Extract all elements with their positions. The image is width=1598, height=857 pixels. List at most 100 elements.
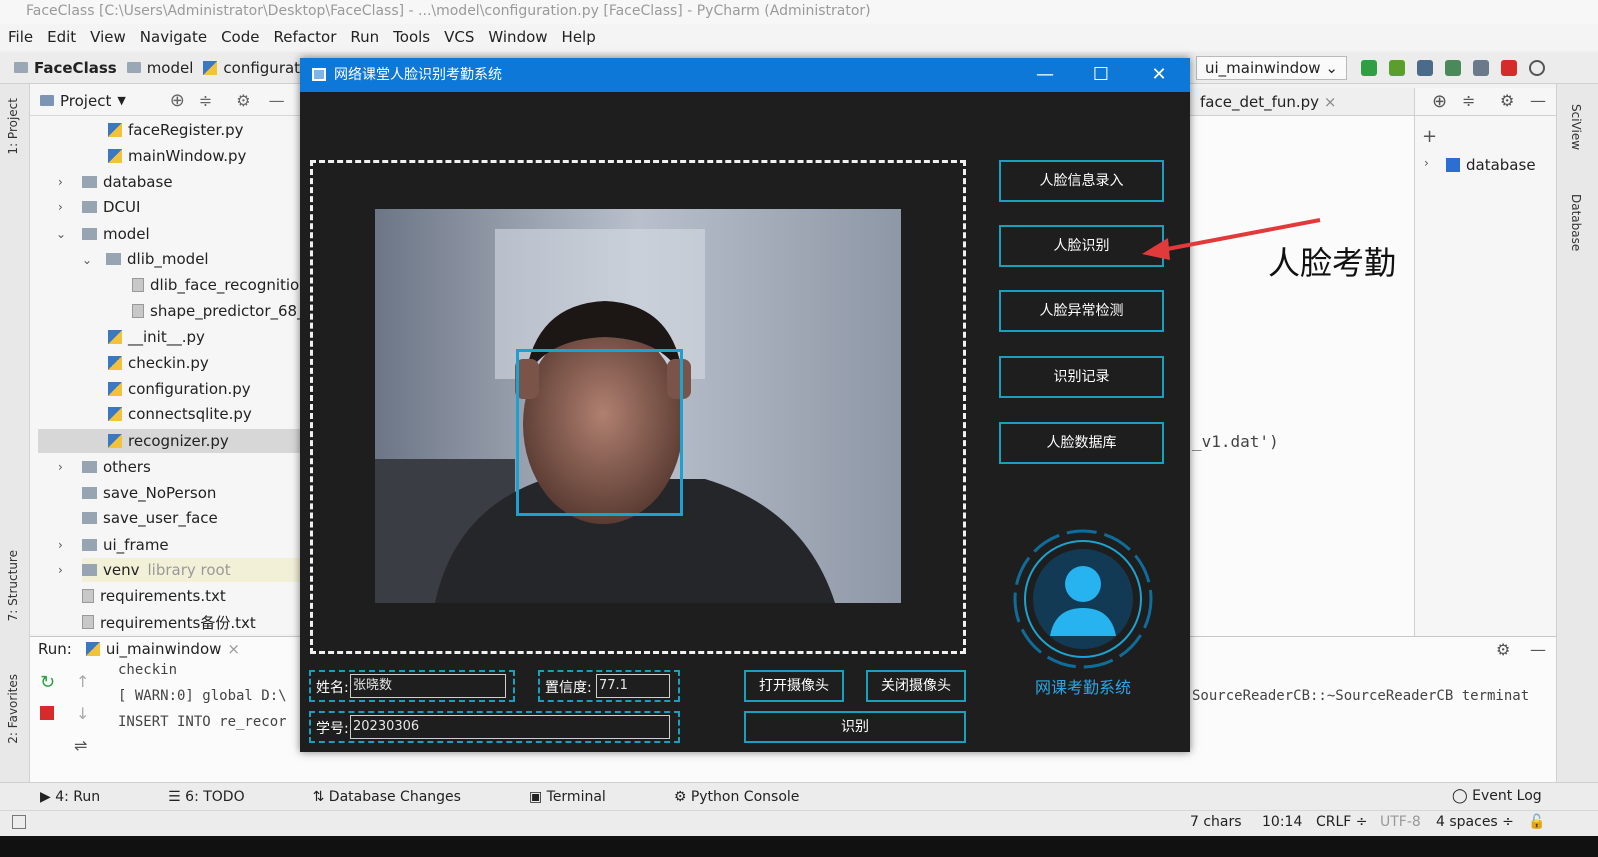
tree-item[interactable]: dlib_face_recognition	[132, 273, 309, 297]
close-camera-button[interactable]: 关闭摄像头	[866, 670, 966, 702]
collapse-arrow-icon[interactable]: ⌄	[82, 253, 92, 267]
breadcrumb-item[interactable]: model	[126, 59, 193, 77]
tab-database-changes[interactable]: ⇅ Database Changes	[313, 789, 495, 805]
concurrency-icon[interactable]	[1472, 60, 1489, 76]
breadcrumb-item[interactable]: configurat	[203, 59, 300, 77]
profile-icon[interactable]	[1444, 60, 1461, 76]
menu-navigate[interactable]: Navigate	[140, 24, 207, 50]
menu-edit[interactable]: Edit	[47, 24, 76, 50]
menu-vcs[interactable]: VCS	[444, 24, 474, 50]
expand-arrow-icon[interactable]: ›	[58, 538, 63, 552]
tab-python-console[interactable]: ⚙ Python Console	[674, 789, 834, 805]
tree-item[interactable]: requirements备份.txt	[82, 610, 256, 634]
minimize-icon[interactable]: —	[269, 91, 285, 110]
menu-run[interactable]: Run	[350, 24, 379, 50]
tree-item[interactable]: save_NoPerson	[82, 481, 216, 505]
student-id-input[interactable]: 20230306	[350, 715, 670, 739]
face-database-button[interactable]: 人脸数据库	[999, 422, 1164, 464]
tree-item[interactable]: checkin.py	[108, 351, 209, 375]
menu-code[interactable]: Code	[221, 24, 259, 50]
status-line-ending[interactable]: CRLF ÷	[1316, 814, 1368, 830]
collapse-icon[interactable]: ≑	[1462, 91, 1475, 110]
stop-icon[interactable]	[40, 706, 54, 720]
gear-icon[interactable]: ⊕	[1432, 91, 1447, 112]
menu-file[interactable]: File	[8, 24, 33, 50]
down-arrow-icon[interactable]: ↓	[76, 704, 89, 723]
search-icon[interactable]	[1528, 60, 1545, 76]
project-view-select[interactable]: Project	[60, 92, 111, 110]
tree-item[interactable]: save_user_face	[82, 506, 218, 530]
tab-face-det-fun[interactable]: face_det_fun.py	[1200, 93, 1319, 111]
menu-help[interactable]: Help	[562, 24, 596, 50]
confidence-input[interactable]: 77.1	[596, 674, 670, 698]
menu-view[interactable]: View	[90, 24, 126, 50]
tree-item-selected[interactable]: recognizer.py	[38, 429, 300, 453]
tree-item[interactable]: configuration.py	[108, 377, 251, 401]
tree-item[interactable]: faceRegister.py	[108, 118, 244, 142]
gear-icon[interactable]: ⚙	[1496, 640, 1510, 659]
expand-arrow-icon[interactable]: ›	[58, 175, 63, 189]
tab-project[interactable]: 1: Project	[6, 98, 20, 155]
settings-icon[interactable]: ⚙	[1500, 91, 1514, 110]
window-close-button[interactable]: ✕	[1136, 58, 1182, 92]
face-anomaly-button[interactable]: 人脸异常检测	[999, 290, 1164, 332]
collapse-icon[interactable]: ≑	[199, 91, 212, 110]
stop-icon[interactable]	[1500, 60, 1517, 76]
expand-arrow-icon[interactable]: ›	[58, 460, 63, 474]
lock-icon[interactable]: 🔓	[1528, 814, 1545, 830]
breadcrumb-item[interactable]: FaceClass	[14, 59, 117, 77]
tab-database[interactable]: Database	[1569, 194, 1583, 251]
code-editor[interactable]	[1190, 88, 1414, 636]
tree-item[interactable]: database	[82, 170, 173, 194]
tab-terminal[interactable]: ▣ Terminal	[529, 789, 640, 805]
minimize-icon[interactable]: —	[1530, 91, 1546, 110]
tree-item[interactable]: DCUI	[82, 195, 140, 219]
tree-item[interactable]: mainWindow.py	[108, 144, 246, 168]
coverage-icon[interactable]	[1416, 60, 1433, 76]
tree-item[interactable]: dlib_model	[106, 247, 209, 271]
expand-arrow-icon[interactable]: ›	[58, 563, 63, 577]
tree-item[interactable]: connectsqlite.py	[108, 402, 252, 426]
debug-icon[interactable]	[1388, 60, 1405, 76]
tab-run[interactable]: ▶ 4: Run	[40, 789, 134, 805]
tree-item[interactable]: model	[82, 222, 150, 246]
tab-sciview[interactable]: SciView	[1569, 104, 1583, 150]
expand-arrow-icon[interactable]: ›	[58, 200, 63, 214]
tab-structure[interactable]: 7: Structure	[6, 550, 20, 621]
rerun-icon[interactable]	[1360, 60, 1377, 76]
face-register-button[interactable]: 人脸信息录入	[999, 160, 1164, 202]
expand-arrow-icon[interactable]: ›	[1424, 156, 1429, 170]
event-log-button[interactable]: ◯ Event Log	[1452, 788, 1542, 804]
status-indent[interactable]: 4 spaces ÷	[1436, 814, 1514, 830]
run-config-select[interactable]: ui_mainwindow ⌄	[1196, 56, 1347, 80]
up-arrow-icon[interactable]: ↑	[76, 672, 89, 691]
records-button[interactable]: 识别记录	[999, 356, 1164, 398]
tree-item[interactable]: others	[82, 455, 151, 479]
minimize-icon[interactable]: —	[1530, 640, 1546, 659]
tab-favorites[interactable]: 2: Favorites	[6, 674, 20, 744]
menu-refactor[interactable]: Refactor	[273, 24, 336, 50]
soft-wrap-icon[interactable]: ⇌	[74, 736, 87, 755]
tree-item[interactable]: requirements.txt	[82, 584, 226, 608]
run-tab[interactable]: ui_mainwindow	[106, 640, 222, 658]
tree-item[interactable]: shape_predictor_68_f	[132, 299, 310, 323]
tree-item[interactable]: venv library root	[82, 558, 300, 582]
menu-window[interactable]: Window	[488, 24, 547, 50]
locate-icon[interactable]: ⊕	[170, 90, 185, 111]
recognize-button[interactable]: 识别	[744, 711, 966, 743]
db-tree-item[interactable]: database	[1446, 156, 1536, 174]
status-position[interactable]: 10:14	[1262, 814, 1302, 830]
name-input[interactable]: 张晓数	[350, 674, 506, 698]
layout-icon[interactable]	[12, 815, 26, 829]
rerun-icon[interactable]: ↻	[40, 672, 55, 693]
window-maximize-button[interactable]: ☐	[1078, 58, 1124, 92]
add-icon[interactable]: +	[1422, 126, 1437, 147]
collapse-arrow-icon[interactable]: ⌄	[56, 227, 66, 241]
gear-icon[interactable]: ⚙	[236, 91, 250, 110]
tab-todo[interactable]: ☰ 6: TODO	[168, 789, 278, 805]
tree-item[interactable]: ui_frame	[82, 533, 169, 557]
window-minimize-button[interactable]: —	[1022, 58, 1068, 92]
menu-tools[interactable]: Tools	[393, 24, 430, 50]
open-camera-button[interactable]: 打开摄像头	[744, 670, 844, 702]
status-encoding[interactable]: UTF-8	[1380, 814, 1421, 830]
